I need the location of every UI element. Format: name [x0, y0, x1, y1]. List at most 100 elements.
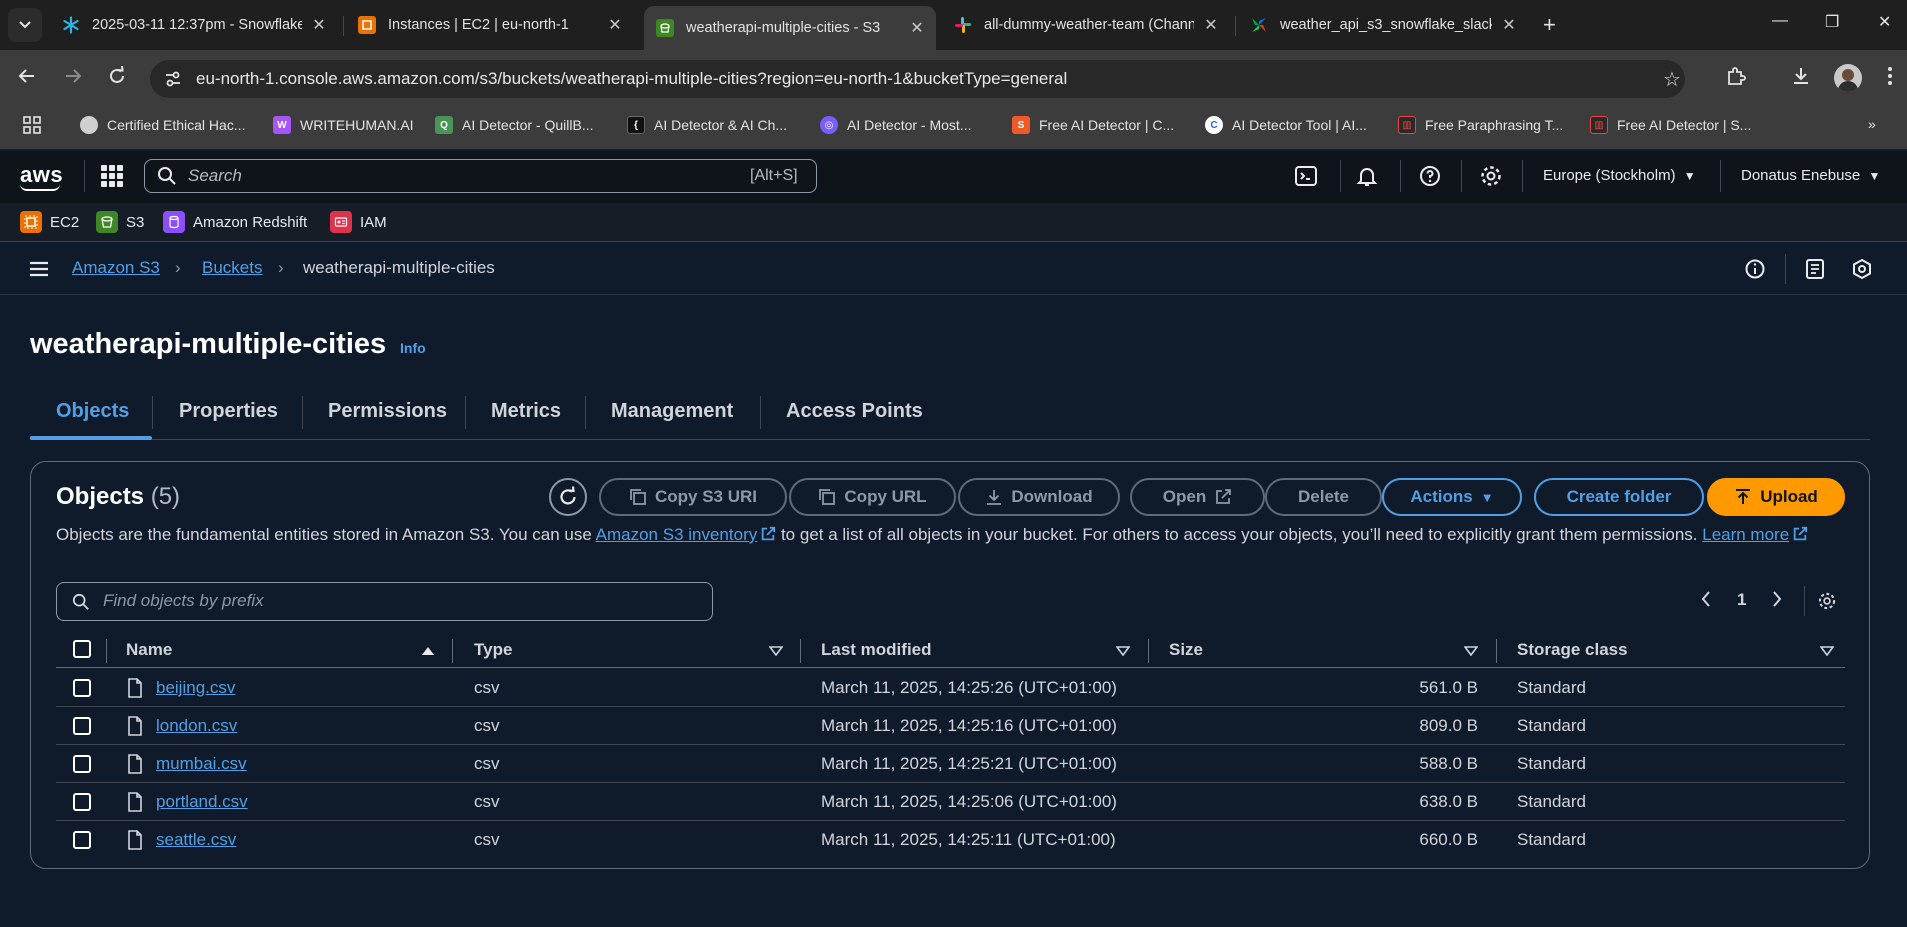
column-header-last-modified[interactable]: Last modified: [821, 640, 932, 660]
browser-tab-snowflake[interactable]: 2025-03-11 12:37pm - Snowflake ✕: [50, 6, 338, 44]
next-page-chevron-icon[interactable]: [1771, 590, 1783, 613]
row-checkbox[interactable]: [73, 717, 91, 735]
reload-icon[interactable]: [107, 65, 127, 92]
browser-tab-airflow[interactable]: weather_api_s3_snowflake_slack ✕: [1238, 6, 1528, 44]
aws-search-input[interactable]: [144, 159, 817, 193]
browser-tab-s3[interactable]: weatherapi-multiple-cities - S3 ✕: [644, 6, 936, 50]
bookmark-item[interactable]: ◎ AI Detector - Most...: [820, 116, 971, 134]
download-button[interactable]: Download: [958, 478, 1120, 516]
sort-unsorted-icon[interactable]: [1115, 643, 1131, 660]
object-name-link[interactable]: beijing.csv: [156, 678, 235, 698]
favorite-redshift[interactable]: Amazon Redshift: [163, 211, 307, 233]
column-header-storage-class[interactable]: Storage class: [1517, 640, 1628, 660]
account-menu[interactable]: Donatus Enebuse ▼: [1741, 167, 1880, 184]
learn-more-link[interactable]: Learn more: [1702, 525, 1789, 544]
region-selector[interactable]: Europe (Stockholm) ▼: [1543, 167, 1696, 184]
s3-inventory-link[interactable]: Amazon S3 inventory: [596, 525, 758, 544]
paraphraser-icon: ▥: [1398, 116, 1416, 134]
help-icon[interactable]: [1418, 164, 1442, 192]
copy-url-button[interactable]: Copy URL: [789, 478, 956, 516]
restore-icon[interactable]: ❐: [1825, 12, 1839, 32]
notifications-bell-icon[interactable]: [1355, 164, 1379, 192]
close-tab-icon[interactable]: ✕: [908, 18, 926, 38]
settings-gear-icon[interactable]: [1479, 164, 1503, 192]
object-type: csv: [474, 754, 500, 773]
breadcrumb-amazon-s3[interactable]: Amazon S3: [72, 258, 160, 278]
table-preferences-gear-icon[interactable]: [1817, 591, 1837, 616]
profile-avatar[interactable]: [1834, 64, 1862, 92]
tab-permissions[interactable]: Permissions: [328, 400, 447, 423]
tab-metrics[interactable]: Metrics: [491, 400, 561, 423]
favorite-ec2[interactable]: EC2: [20, 211, 79, 233]
copy-s3-uri-button[interactable]: Copy S3 URI: [599, 478, 787, 516]
favorite-s3[interactable]: S3: [96, 211, 144, 233]
hamburger-menu-icon[interactable]: [28, 260, 50, 282]
previous-page-chevron-icon[interactable]: [1700, 590, 1712, 613]
sort-unsorted-icon[interactable]: [1819, 643, 1835, 660]
object-name-link[interactable]: portland.csv: [156, 792, 248, 812]
close-tab-icon[interactable]: ✕: [606, 15, 624, 35]
open-button[interactable]: Open: [1130, 478, 1265, 516]
actions-dropdown-button[interactable]: Actions ▼: [1382, 478, 1522, 516]
object-name-link[interactable]: london.csv: [156, 716, 237, 736]
refresh-button[interactable]: [549, 478, 587, 516]
site-info-icon[interactable]: [163, 69, 183, 93]
sort-unsorted-icon[interactable]: [768, 643, 784, 660]
close-tab-icon[interactable]: ✕: [310, 15, 328, 35]
browser-tab-slack[interactable]: all-dummy-weather-team (Channel) ✕: [942, 6, 1230, 44]
row-checkbox[interactable]: [73, 679, 91, 697]
download-icon[interactable]: [1791, 66, 1811, 92]
create-folder-button[interactable]: Create folder: [1534, 478, 1704, 516]
cloudshell-icon[interactable]: [1294, 164, 1318, 192]
sort-unsorted-icon[interactable]: [1463, 643, 1479, 660]
close-tab-icon[interactable]: ✕: [1202, 15, 1220, 35]
close-tab-icon[interactable]: ✕: [1500, 15, 1518, 35]
more-bookmarks-chevron-icon[interactable]: »: [1868, 116, 1876, 132]
page-number[interactable]: 1: [1737, 590, 1746, 610]
row-checkbox[interactable]: [73, 831, 91, 849]
bookmark-item[interactable]: S Free AI Detector | C...: [1012, 116, 1174, 134]
new-tab-plus-icon[interactable]: +: [1543, 12, 1556, 38]
bookmark-item[interactable]: {AI Detector & AI Ch...: [627, 116, 787, 134]
tab-management[interactable]: Management: [611, 400, 733, 423]
breadcrumb-buckets[interactable]: Buckets: [202, 258, 262, 278]
upload-button[interactable]: Upload: [1707, 478, 1845, 516]
object-name-link[interactable]: mumbai.csv: [156, 754, 247, 774]
forward-arrow-icon[interactable]: [63, 66, 83, 92]
column-header-type[interactable]: Type: [474, 640, 512, 660]
bookmark-item[interactable]: Q AI Detector - QuillB...: [435, 116, 593, 134]
hexagon-settings-icon[interactable]: [1851, 258, 1873, 284]
row-checkbox[interactable]: [73, 793, 91, 811]
tab-objects[interactable]: Objects: [56, 400, 129, 423]
apps-grid-icon[interactable]: [23, 116, 41, 134]
services-grid-icon[interactable]: [101, 165, 123, 187]
info-link[interactable]: Info: [400, 340, 426, 356]
bookmark-item[interactable]: C AI Detector Tool | AI...: [1205, 116, 1367, 134]
bookmark-item[interactable]: W WRITEHUMAN.AI: [273, 116, 414, 134]
delete-button[interactable]: Delete: [1265, 478, 1382, 516]
bookmark-item[interactable]: ▥ Free AI Detector | S...: [1590, 116, 1751, 134]
tab-properties[interactable]: Properties: [179, 400, 278, 423]
browser-menu-icon[interactable]: [1887, 66, 1893, 92]
row-checkbox[interactable]: [73, 755, 91, 773]
column-header-name[interactable]: Name: [126, 640, 172, 660]
aws-logo-smile: [20, 184, 60, 191]
column-header-size[interactable]: Size: [1169, 640, 1203, 660]
extensions-icon[interactable]: [1725, 66, 1747, 94]
browser-tab-ec2[interactable]: Instances | EC2 | eu-north-1 ✕: [346, 6, 634, 44]
notes-panel-icon[interactable]: [1804, 258, 1826, 284]
url-text[interactable]: eu-north-1.console.aws.amazon.com/s3/buc…: [196, 69, 1067, 89]
select-all-checkbox[interactable]: [73, 640, 91, 658]
bookmark-star-icon[interactable]: ☆: [1663, 67, 1681, 92]
object-name-link[interactable]: seattle.csv: [156, 830, 236, 850]
bookmark-item[interactable]: Certified Ethical Hac...: [80, 116, 246, 134]
bookmark-item[interactable]: ▥ Free Paraphrasing T...: [1398, 116, 1563, 134]
info-circle-icon[interactable]: [1744, 258, 1766, 284]
tab-access-points[interactable]: Access Points: [786, 400, 923, 423]
favorite-iam[interactable]: IAM: [330, 211, 387, 233]
minimize-icon[interactable]: —: [1772, 12, 1788, 30]
sort-ascending-icon[interactable]: [421, 643, 435, 660]
tab-search-button[interactable]: [8, 8, 42, 42]
back-arrow-icon[interactable]: [17, 66, 37, 92]
window-close-icon[interactable]: ✕: [1878, 12, 1891, 32]
